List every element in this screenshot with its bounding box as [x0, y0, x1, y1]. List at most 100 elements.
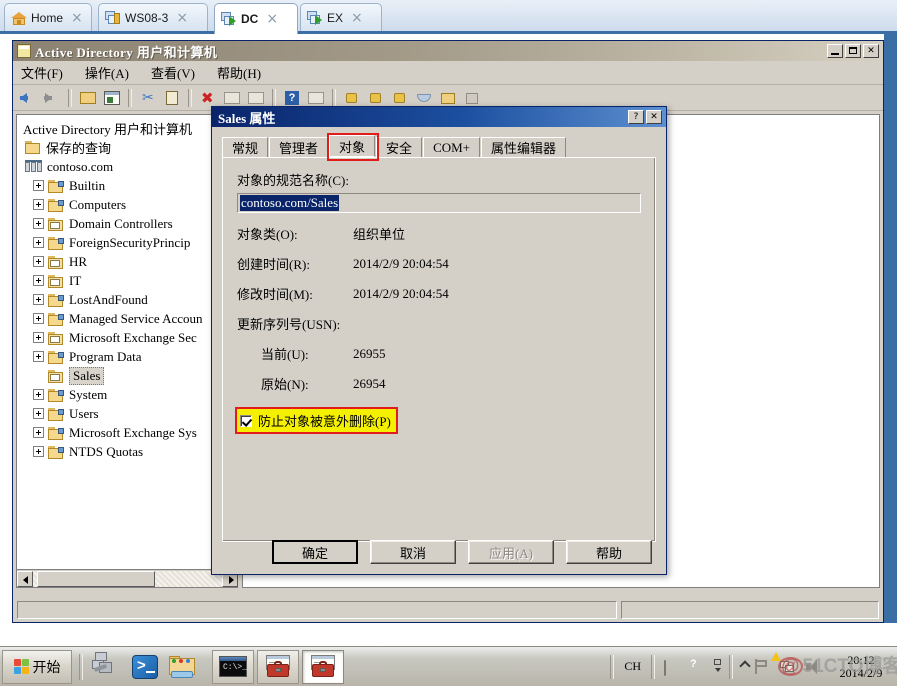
tab-attribute-editor[interactable]: 属性编辑器 [481, 137, 567, 157]
console-tab-ws08-3[interactable]: WS08-3 × [98, 3, 208, 31]
tab-com-plus[interactable]: COM+ [423, 137, 481, 157]
expander-plus-icon[interactable] [33, 351, 44, 362]
console-tab-home[interactable]: Home × [4, 3, 92, 31]
clock[interactable]: 20:12 2014/2/9 [829, 653, 893, 680]
tree-item-computers[interactable]: Computers [21, 195, 236, 214]
tree-horizontal-scrollbar[interactable] [17, 569, 238, 587]
tab-close-icon[interactable]: × [349, 11, 365, 25]
vm-running-icon [307, 10, 323, 26]
domain-icon [25, 159, 42, 174]
field-created: 创建时间(R): 2014/2/9 20:04:54 [237, 254, 641, 273]
console-tab-ex[interactable]: EX × [300, 3, 382, 31]
tree-item-users[interactable]: Users [21, 404, 236, 423]
tree-item-microsoft-exchange-system-objects[interactable]: Microsoft Exchange Sys [21, 423, 236, 442]
tree-item-label: IT [69, 272, 82, 288]
expander-plus-icon[interactable] [33, 256, 44, 267]
powershell-icon[interactable] [126, 650, 164, 684]
tree-item-microsoft-exchange-security-groups[interactable]: Microsoft Exchange Sec [21, 328, 236, 347]
minimize-button[interactable] [827, 44, 843, 58]
tree-item-foreignsecurityprincipals[interactable]: ForeignSecurityPrincip [21, 233, 236, 252]
tree-item-system[interactable]: System [21, 385, 236, 404]
tab-managed-by[interactable]: 管理者 [269, 137, 329, 157]
tree-item-sales[interactable]: Sales [21, 366, 236, 385]
scrollbar-thumb[interactable] [37, 570, 155, 587]
volume-icon[interactable] [806, 657, 826, 677]
tab-close-icon[interactable]: × [69, 11, 85, 25]
console-tab-label: DC [241, 12, 259, 26]
tree-item-domain-controllers[interactable]: Domain Controllers [21, 214, 236, 233]
tray-separator [651, 654, 655, 679]
ime-indicator[interactable]: CH [620, 659, 645, 674]
taskbar-button-mmc-2[interactable] [302, 649, 344, 684]
folder-icon [48, 312, 64, 326]
chevron-up-icon[interactable] [739, 659, 751, 675]
tab-object[interactable]: 对象 [329, 135, 376, 157]
taskbar-button-mmc-1[interactable] [257, 649, 299, 684]
tab-close-icon[interactable]: × [264, 12, 280, 26]
expander-plus-icon[interactable] [33, 218, 44, 229]
expander-plus-icon[interactable] [33, 294, 44, 305]
start-button[interactable]: 开始 [2, 649, 72, 684]
menu-item-file[interactable]: 文件(F) [21, 63, 63, 82]
expander-plus-icon[interactable] [33, 427, 44, 438]
show-desktop-icon[interactable] [713, 657, 723, 677]
expander-plus-icon[interactable] [33, 389, 44, 400]
help-button[interactable]: 帮助 [566, 540, 652, 564]
tree-item-it[interactable]: IT [21, 271, 236, 290]
expander-plus-icon[interactable] [33, 275, 44, 286]
tree-item-domain[interactable]: contoso.com [21, 157, 236, 176]
cut-icon[interactable]: ✂ [137, 87, 159, 109]
tree-item-program-data[interactable]: Program Data [21, 347, 236, 366]
ok-button[interactable]: 确定 [272, 540, 358, 564]
close-button[interactable]: ✕ [863, 44, 879, 58]
tree-item-saved-queries[interactable]: 保存的查询 [21, 138, 236, 157]
tree-item-hr[interactable]: HR [21, 252, 236, 271]
console-tab-dc[interactable]: DC × [214, 3, 298, 34]
expander-plus-icon[interactable] [33, 313, 44, 324]
tree-item-label: Computers [69, 196, 127, 212]
scroll-left-button[interactable] [17, 570, 33, 587]
tab-close-icon[interactable]: × [174, 11, 190, 25]
menu-item-action[interactable]: 操作(A) [85, 63, 129, 82]
console-tree-pane[interactable]: Active Directory 用户和计算机 保存的查询 contoso.co… [16, 114, 238, 588]
folder-icon [48, 293, 64, 307]
protect-from-deletion-checkbox[interactable] [240, 414, 252, 427]
dialog-close-button[interactable]: ✕ [646, 110, 662, 124]
tree-item-ntds-quotas[interactable]: NTDS Quotas [21, 442, 236, 461]
command-prompt-icon: C:\>_ [219, 656, 247, 677]
status-cell-secondary [621, 601, 879, 619]
menu-item-view[interactable]: 查看(V) [151, 63, 195, 82]
tree-item-managed-service-accounts[interactable]: Managed Service Accoun [21, 309, 236, 328]
maximize-button[interactable] [845, 44, 861, 58]
explorer-icon[interactable] [164, 650, 202, 684]
taskbar-button-command-prompt[interactable]: C:\>_ [212, 649, 254, 684]
cancel-button[interactable]: 取消 [370, 540, 456, 564]
expander-plus-icon[interactable] [33, 446, 44, 457]
tab-security[interactable]: 安全 [376, 137, 423, 157]
server-manager-icon[interactable] [88, 650, 126, 684]
canonical-name-field[interactable]: contoso.com/Sales [237, 193, 641, 213]
scrollbar-track[interactable] [33, 570, 222, 587]
keyboard-icon[interactable] [664, 657, 684, 677]
start-button-label: 开始 [32, 660, 61, 676]
dialog-help-button[interactable]: ? [628, 110, 644, 124]
paste-icon[interactable] [161, 87, 183, 109]
expander-plus-icon[interactable] [33, 180, 44, 191]
tab-general[interactable]: 常规 [222, 137, 269, 157]
help-icon[interactable] [690, 657, 710, 677]
forward-arrow-icon[interactable] [41, 87, 63, 109]
expander-plus-icon[interactable] [33, 408, 44, 419]
tree-item-console-root[interactable]: Active Directory 用户和计算机 [21, 119, 236, 138]
network-warning-icon[interactable] [771, 651, 800, 677]
tree-item-lostandfound[interactable]: LostAndFound [21, 290, 236, 309]
up-folder-icon[interactable] [77, 87, 99, 109]
expander-plus-icon[interactable] [33, 199, 44, 210]
show-hide-tree-icon[interactable] [101, 87, 123, 109]
back-arrow-icon[interactable] [17, 87, 39, 109]
tree-item-label: System [69, 386, 108, 402]
protect-from-deletion-checkbox-row[interactable]: 防止对象被意外删除(P) [235, 407, 398, 434]
menu-item-help[interactable]: 帮助(H) [217, 63, 261, 82]
tree-item-builtin[interactable]: Builtin [21, 176, 236, 195]
expander-plus-icon[interactable] [33, 237, 44, 248]
expander-plus-icon[interactable] [33, 332, 44, 343]
